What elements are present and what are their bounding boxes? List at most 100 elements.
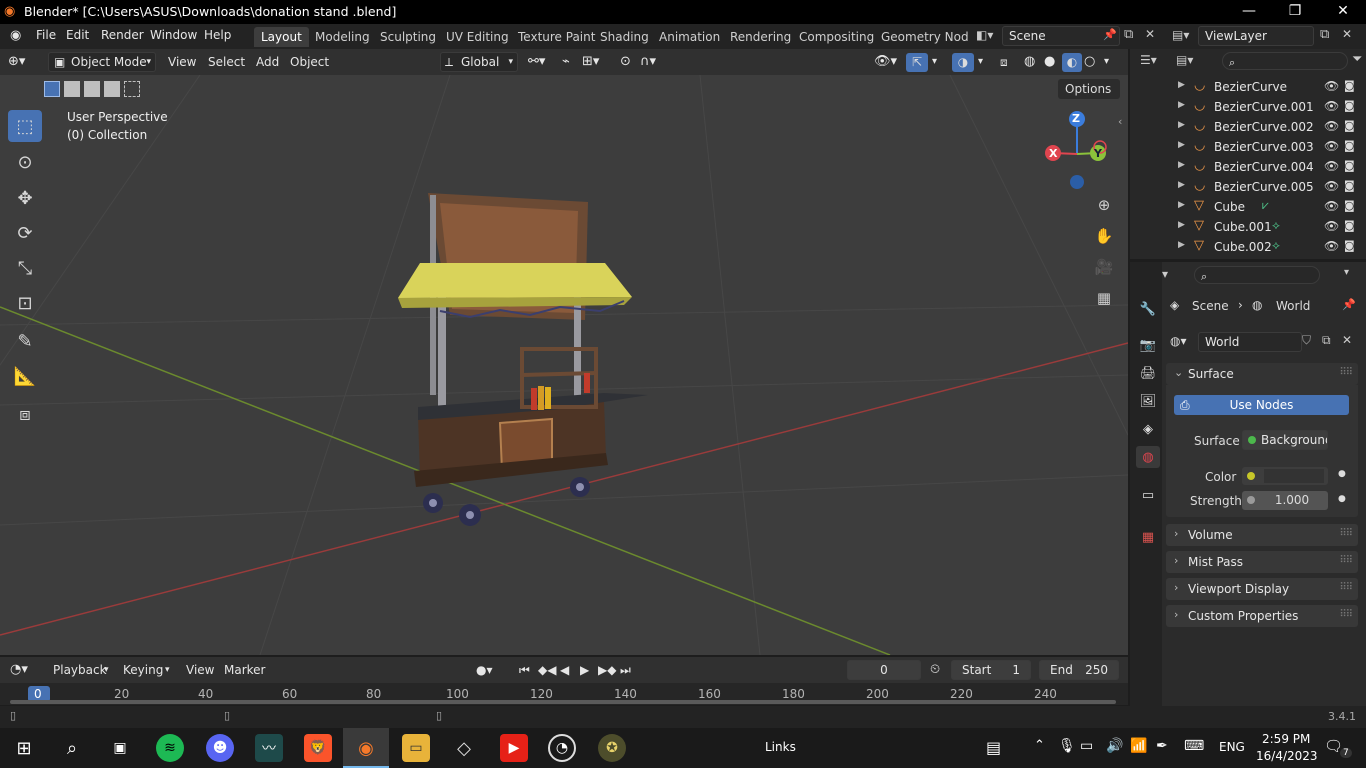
drag-grip-icon[interactable]: ⠿⠿ [1339,367,1353,378]
view-layer-tab-icon[interactable]: 🖼 [1136,390,1160,412]
jump-keyframe-back-icon[interactable]: ◆◀ [538,661,556,680]
surface-shader-field[interactable]: Background [1242,430,1328,450]
drag-grip-icon[interactable]: ⠿⠿ [1339,582,1353,593]
select-box-tool-icon[interactable]: ⬚ [8,110,42,142]
gizmo-toggle-icon[interactable]: ⇱ [906,53,928,72]
tab-modeling[interactable]: Modeling [308,27,377,47]
menu-edit[interactable]: Edit [66,28,89,42]
select-subtract-icon[interactable] [84,81,100,97]
world-tab-icon[interactable]: ◍ [1136,446,1160,468]
auto-keying-icon[interactable]: ●▾ [476,661,493,680]
spotify-icon[interactable]: ≋ [156,734,184,762]
output-tab-icon[interactable]: 🖨 [1136,362,1160,384]
transform-orientation-selector[interactable]: ⟂ Global ▾ [440,52,518,72]
microphone-icon[interactable]: 🎙 [1058,738,1076,754]
display-mode-icon[interactable]: ▤▾ [1176,53,1193,67]
editor-type-icon[interactable]: ⊕▾ [8,53,25,72]
clock-time[interactable]: 2:59 PM [1262,732,1310,746]
3d-viewport[interactable]: User Perspective (0) Collection Options … [0,75,1128,655]
view-layer-icon[interactable]: ▤▾ [1172,28,1189,42]
scene-tab-icon[interactable]: ◈ [1136,418,1160,440]
preview-range-clock-icon[interactable]: ⏲ [930,661,940,680]
blender-taskbar-icon[interactable]: ◉ [352,734,380,762]
tab-texture-paint[interactable]: Texture Paint [511,27,602,47]
surface-panel-header[interactable]: ⌄ Surface ⠿⠿ [1166,363,1358,385]
outliner-row[interactable]: ▶ ▽ Cube.001 ⟡ 👁 ◙ [1130,217,1366,237]
select-extend-icon[interactable] [64,81,80,97]
game-app-icon[interactable]: ✪ [598,734,626,762]
outliner-row[interactable]: ▶ ▽ Cube ⩗ 👁 ◙ [1130,197,1366,217]
show-hidden-icons-chevron-icon[interactable]: ⌃ [1034,738,1045,753]
blender-menu-icon[interactable]: ◉ [10,28,21,43]
pin-scene-icon[interactable]: 📌 [1103,28,1117,41]
end-frame-field[interactable]: End 250 [1039,660,1119,680]
visibility-eye-icon[interactable]: 👁 [1324,239,1339,253]
render-camera-icon[interactable]: ◙ [1344,99,1355,112]
timeline-ruler[interactable]: 0 20 40 60 80 100 120 140 160 180 200 22… [0,683,1128,705]
render-camera-icon[interactable]: ◙ [1344,199,1355,212]
snap-target-icon[interactable]: ⊞▾ [582,53,599,72]
menu-help[interactable]: Help [204,28,231,42]
tab-compositing[interactable]: Compositing [792,27,881,47]
tool-tab-icon[interactable]: 🔧 [1136,298,1160,320]
select-new-icon[interactable] [44,81,60,97]
use-nodes-button[interactable]: ⎙ Use Nodes [1174,395,1349,415]
render-camera-icon[interactable]: ◙ [1344,179,1355,192]
jump-start-icon[interactable]: ⏮ [519,661,530,680]
render-camera-icon[interactable]: ◙ [1344,159,1355,172]
world-name-field[interactable]: World [1198,332,1302,352]
wireframe-shading-icon[interactable]: ◍ [1024,53,1035,72]
minimize-button[interactable]: — [1226,0,1272,24]
mesh-data-icon[interactable]: ⩗ [1262,198,1269,213]
windows-start-icon[interactable]: ⊞ [10,734,38,762]
outliner-row[interactable]: ▶ ◡ BezierCurve.003 👁 ◙ [1130,137,1366,157]
discord-icon[interactable]: ☻ [206,734,234,762]
gizmo-options-icon[interactable]: ▾ [932,53,937,72]
duplicate-world-icon[interactable]: ⧉ [1322,333,1331,348]
select-invert-icon[interactable] [104,81,120,97]
rendered-shading-icon[interactable]: ○ [1084,53,1095,72]
pin-icon[interactable]: 📌 [1342,298,1356,311]
overlays-toggle-icon[interactable]: ◑ [952,53,974,72]
pivot-point-icon[interactable]: ⚯▾ [528,53,545,72]
close-window-button[interactable]: ✕ [1320,0,1366,24]
visibility-icon[interactable]: 👁▾ [874,53,897,72]
expand-arrow-icon[interactable]: ▶ [1178,180,1185,190]
outliner-row[interactable]: ▶ ◡ BezierCurve.005 👁 ◙ [1130,177,1366,197]
visibility-eye-icon[interactable]: 👁 [1324,219,1339,233]
transform-tool-icon[interactable]: ⊡ [8,287,42,319]
drag-grip-icon[interactable]: ⠿⠿ [1339,609,1353,620]
add-cube-tool-icon[interactable]: ⧈ [8,398,42,430]
roblox-icon[interactable]: ◇ [450,734,478,762]
mesh-data-icon[interactable]: ⟡ [1272,218,1280,233]
visibility-eye-icon[interactable]: 👁 [1324,99,1339,113]
outliner-row[interactable]: ▶ ◡ BezierCurve 👁 ◙ [1130,77,1366,97]
tab-sculpting[interactable]: Sculpting [373,27,443,47]
tab-animation[interactable]: Animation [652,27,727,47]
viewport-display-panel-header[interactable]: › Viewport Display ⠿⠿ [1166,578,1358,600]
collection-tab-icon[interactable]: ▭ [1136,484,1160,506]
maximize-button[interactable]: ❐ [1272,0,1318,24]
visibility-eye-icon[interactable]: 👁 [1324,179,1339,193]
outliner-row[interactable]: ▶ ▽ Cube.002 ⟡ 👁 ◙ [1130,237,1366,257]
menu-playback[interactable]: Playback [53,661,107,680]
input-language[interactable]: ENG [1219,740,1245,754]
file-explorer-icon[interactable]: ▭ [402,734,430,762]
menu-view[interactable]: View [168,53,196,72]
task-view-icon[interactable]: ▣ [106,734,134,762]
menu-marker[interactable]: Marker [224,661,265,680]
cursor-tool-icon[interactable]: ⊙ [8,146,42,178]
solid-shading-icon[interactable]: ● [1044,53,1055,72]
tab-shading[interactable]: Shading [593,27,656,47]
pen-icon[interactable]: ✒ [1156,738,1168,754]
volume-icon[interactable]: 🔊 [1106,738,1123,754]
tab-rendering[interactable]: Rendering [723,27,798,47]
task-manager-icon[interactable]: ▤ [986,738,1001,757]
menu-object[interactable]: Object [290,53,329,72]
measure-tool-icon[interactable]: 📐 [8,360,42,392]
expand-arrow-icon[interactable]: ▶ [1178,80,1185,90]
render-camera-icon[interactable]: ◙ [1344,79,1355,92]
jump-end-icon[interactable]: ⏭ [620,661,631,680]
links-toolbar-label[interactable]: Links [765,740,796,754]
fake-user-shield-icon[interactable]: ⛉ [1302,333,1311,348]
